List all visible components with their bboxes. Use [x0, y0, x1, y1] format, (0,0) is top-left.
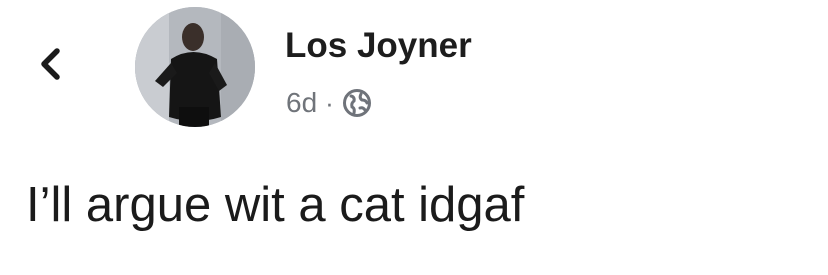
avatar[interactable]: [135, 7, 255, 127]
globe-icon: [342, 88, 372, 118]
chevron-left-icon: [38, 46, 62, 82]
meta-separator: ·: [325, 88, 334, 118]
post-meta: 6d ·: [286, 86, 372, 120]
post-timestamp[interactable]: 6d: [286, 86, 317, 120]
back-button[interactable]: [30, 40, 70, 88]
post-text: I’ll argue wit a cat idgaf: [26, 178, 525, 232]
author-name[interactable]: Los Joyner: [285, 26, 472, 66]
